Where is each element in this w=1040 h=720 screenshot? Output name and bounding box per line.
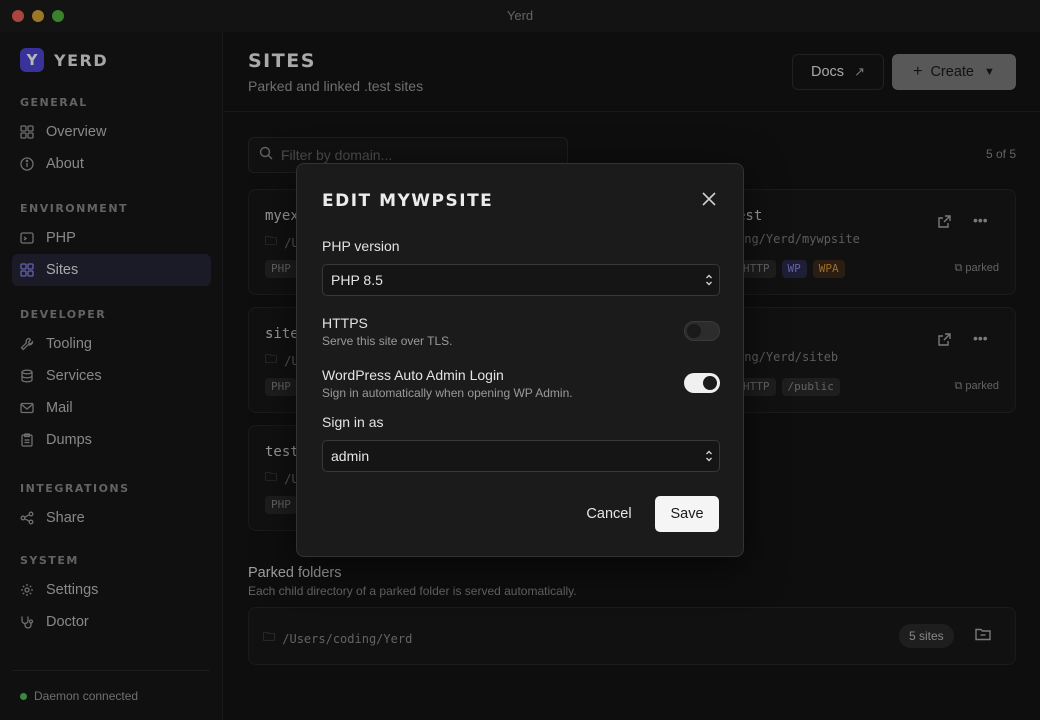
dialog-title: Edit mywpsite xyxy=(322,191,494,211)
wp-autologin-description: Sign in automatically when opening WP Ad… xyxy=(322,386,573,400)
select-arrows-icon xyxy=(706,274,712,286)
https-title: HTTPS xyxy=(322,315,368,331)
https-toggle[interactable] xyxy=(684,321,720,341)
php-version-value: PHP 8.5 xyxy=(331,272,383,288)
sign-in-as-label: Sign in as xyxy=(322,414,384,430)
wp-autologin-title: WordPress Auto Admin Login xyxy=(322,367,504,383)
toggle-knob xyxy=(703,376,717,390)
wp-autologin-toggle[interactable] xyxy=(684,373,720,393)
edit-site-dialog: Edit mywpsite PHP version PHP 8.5 HTTPS … xyxy=(296,163,744,557)
select-arrows-icon xyxy=(706,450,712,462)
php-version-select[interactable]: PHP 8.5 xyxy=(322,264,720,296)
toggle-knob xyxy=(687,324,701,338)
save-button[interactable]: Save xyxy=(655,496,719,532)
cancel-button[interactable]: Cancel xyxy=(581,496,637,532)
php-version-label: PHP version xyxy=(322,238,400,254)
close-icon[interactable] xyxy=(699,189,719,209)
sign-in-as-value: admin xyxy=(331,448,370,464)
https-description: Serve this site over TLS. xyxy=(322,334,453,348)
sign-in-as-select[interactable]: admin xyxy=(322,440,720,472)
